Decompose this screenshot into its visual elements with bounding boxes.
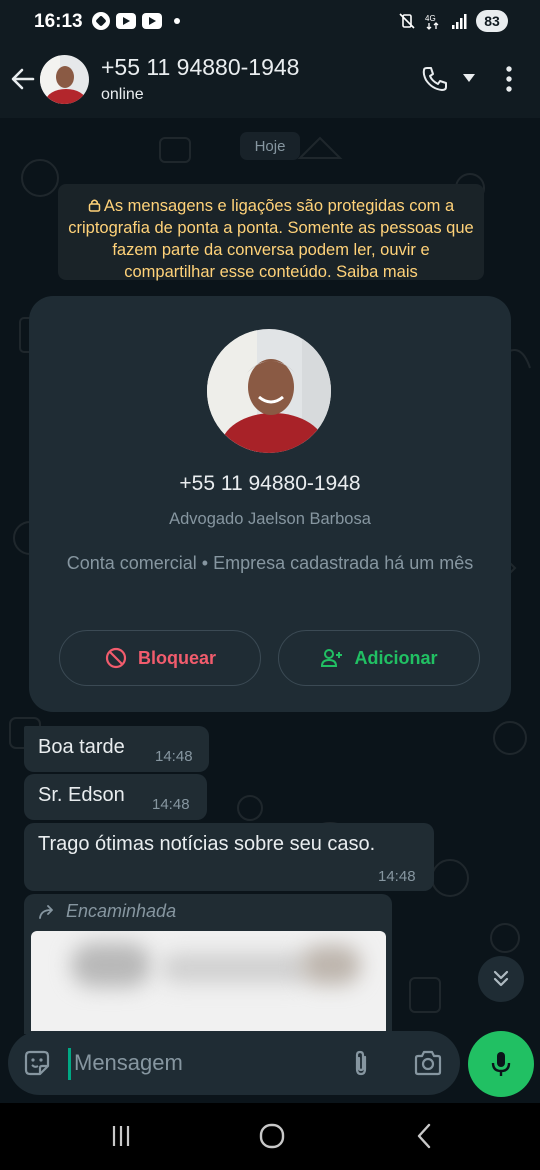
forwarded-label: Encaminhada xyxy=(66,901,177,921)
battery-indicator: 83 xyxy=(476,10,508,32)
encryption-text: As mensagens e ligações são protegidas c… xyxy=(68,197,474,281)
chat-header: +55 11 94880-1948 online xyxy=(0,44,540,118)
message-time: 14:48 xyxy=(155,748,193,765)
forwarded-indicator: Encaminhada xyxy=(38,901,176,922)
contact-avatar[interactable] xyxy=(40,55,89,104)
add-contact-label: Adicionar xyxy=(354,647,438,668)
forward-icon xyxy=(39,904,53,919)
incoming-message[interactable]: Trago ótimas notícias sobre seu caso. 14… xyxy=(24,823,434,891)
date-chip: Hoje xyxy=(240,132,300,160)
text-cursor xyxy=(68,1048,71,1080)
block-label: Bloquear xyxy=(137,647,216,668)
business-phone: +55 11 94880-1948 xyxy=(179,472,361,495)
block-icon xyxy=(105,647,127,669)
message-text: Boa tarde xyxy=(38,736,125,758)
youtube-icon xyxy=(142,13,162,29)
forwarded-image-message[interactable]: Encaminhada xyxy=(24,894,392,1034)
more-icon[interactable] xyxy=(498,64,520,94)
recents-icon[interactable] xyxy=(108,1123,134,1149)
block-button[interactable]: Bloquear xyxy=(59,630,261,686)
image-blur-region xyxy=(71,943,151,987)
youtube-icon xyxy=(116,13,136,29)
message-time: 14:48 xyxy=(378,868,416,885)
image-blur-region xyxy=(301,945,361,985)
message-time: 14:48 xyxy=(152,796,190,813)
image-blur-region xyxy=(161,953,311,983)
avatar-photo xyxy=(207,329,331,453)
system-icons: 4G 83 xyxy=(398,10,508,32)
call-icon[interactable] xyxy=(420,64,450,94)
more-notifications-icon xyxy=(174,18,180,24)
network-label: 4G xyxy=(425,14,436,23)
scroll-down-icon xyxy=(493,970,509,987)
incoming-message[interactable]: Boa tarde 14:48 xyxy=(24,726,209,772)
status-time: 16:13 xyxy=(34,11,83,32)
voice-message-button[interactable] xyxy=(468,1031,534,1097)
encryption-notice[interactable]: As mensagens e ligações são protegidas c… xyxy=(58,184,484,281)
blurred-image-preview[interactable] xyxy=(31,931,386,1031)
scroll-to-bottom-button[interactable] xyxy=(478,956,524,1002)
chat-area[interactable]: Hoje As mensagens e ligações são protegi… xyxy=(0,118,540,1103)
message-text: Trago ótimas notícias sobre seu caso. xyxy=(38,833,376,855)
vibrate-mute-icon xyxy=(399,13,415,29)
incoming-message[interactable]: Sr. Edson 14:48 xyxy=(24,774,207,820)
system-navigation-bar xyxy=(0,1103,540,1170)
add-contact-button[interactable]: Adicionar xyxy=(278,630,480,686)
signal-icon xyxy=(452,14,467,29)
dropdown-icon[interactable] xyxy=(461,72,477,84)
network-4g-icon: 4G xyxy=(425,14,439,30)
camera-icon[interactable] xyxy=(413,1049,443,1077)
message-composer xyxy=(8,1031,460,1095)
mic-icon xyxy=(491,1052,511,1076)
avatar-photo xyxy=(40,55,89,104)
business-avatar[interactable] xyxy=(207,329,331,453)
status-bar: 16:13 4G 83 xyxy=(0,0,540,44)
contact-name[interactable]: +55 11 94880-1948 xyxy=(101,54,299,81)
notification-icons xyxy=(92,12,180,30)
contact-status: online xyxy=(101,86,144,103)
sticker-icon[interactable] xyxy=(22,1048,52,1078)
message-text: Sr. Edson xyxy=(38,784,125,806)
business-profile-card: +55 11 94880-1948 Advogado Jaelson Barbo… xyxy=(29,296,511,712)
lock-icon xyxy=(88,199,101,212)
back-arrow-icon[interactable] xyxy=(8,64,38,94)
nav-back-icon[interactable] xyxy=(412,1122,436,1150)
message-input[interactable] xyxy=(74,1043,334,1083)
attach-icon[interactable] xyxy=(348,1048,374,1078)
add-contact-icon xyxy=(321,649,343,667)
business-name: Advogado Jaelson Barbosa xyxy=(169,510,371,528)
soccer-ball-icon xyxy=(92,12,110,30)
business-account-info: Conta comercial • Empresa cadastrada há … xyxy=(66,553,474,573)
home-icon[interactable] xyxy=(258,1122,286,1150)
